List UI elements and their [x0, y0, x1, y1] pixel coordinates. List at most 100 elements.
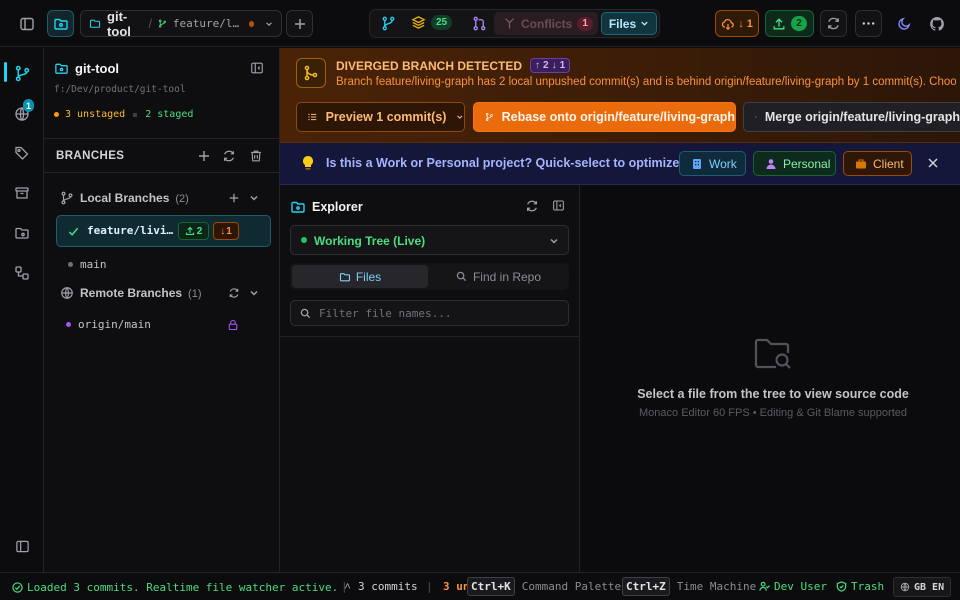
- trash-label: Trash: [851, 580, 885, 593]
- filter-file-input[interactable]: [290, 300, 569, 326]
- top-bar: git-tool / feature/l… 25 Conflicts 1 Fil…: [0, 0, 960, 47]
- branch-item-active[interactable]: feature/livi… 2 ↓ 1: [56, 215, 271, 247]
- status-message[interactable]: Loaded 3 commits. Realtime file watcher …: [12, 580, 351, 594]
- rail-workflows-button[interactable]: [8, 259, 36, 287]
- lock-icon: [228, 319, 238, 331]
- kbd-ctrl-z: Ctrl+Z: [622, 577, 670, 596]
- dismiss-notice-button[interactable]: [927, 157, 939, 169]
- source-select[interactable]: Working Tree (Live): [290, 225, 569, 255]
- repo-title: git-tool: [75, 61, 120, 76]
- alert-behind: 1: [559, 60, 566, 71]
- remote-branches-label: Remote Branches: [80, 286, 183, 300]
- alert-message: Branch feature/living-graph has 2 local …: [336, 76, 956, 88]
- user-indicator[interactable]: Dev User: [759, 580, 827, 593]
- preview-label: Preview 1 commit(s): [325, 110, 447, 124]
- rail-branches-button[interactable]: [8, 59, 36, 87]
- project-type-notice: Is this a Work or Personal project? Quic…: [280, 143, 960, 185]
- rail-tags-button[interactable]: [8, 139, 36, 167]
- personal-button[interactable]: Personal: [753, 151, 836, 176]
- conflicts-tab[interactable]: Conflicts 1: [494, 12, 598, 35]
- plus-icon: [199, 151, 209, 161]
- rail-collapse-button[interactable]: [8, 532, 36, 560]
- viewer-empty-subtitle: Monaco Editor 60 FPS • Editing & Git Bla…: [639, 407, 907, 419]
- files-tab[interactable]: Files: [601, 12, 657, 35]
- chevron-down-icon[interactable]: [249, 288, 259, 298]
- plus-icon[interactable]: [228, 192, 240, 204]
- tab-files[interactable]: Files: [292, 265, 428, 288]
- refresh-button[interactable]: [820, 10, 847, 37]
- collapse-sidebar-button[interactable]: [250, 61, 264, 75]
- tab-files-label: Files: [355, 269, 382, 284]
- pull-requests-button[interactable]: [472, 16, 487, 31]
- graph-view-button[interactable]: [381, 16, 396, 31]
- chevron-down-icon[interactable]: [249, 193, 259, 203]
- branch-item-main[interactable]: main: [68, 258, 107, 271]
- files-label: Files: [608, 16, 637, 31]
- locale-button[interactable]: GB EN: [893, 577, 952, 597]
- remote-branches-section[interactable]: Remote Branches (1): [44, 282, 280, 304]
- collapse-explorer-button[interactable]: [552, 199, 565, 212]
- toggle-sidebar-button[interactable]: [13, 10, 40, 37]
- tab-find-in-repo[interactable]: Find in Repo: [430, 265, 567, 288]
- merge-button[interactable]: Merge origin/feature/living-graph: [743, 102, 960, 132]
- branch-icon: [159, 19, 166, 28]
- branches-header: BRANCHES: [44, 140, 280, 173]
- rail-archive-button[interactable]: [8, 179, 36, 207]
- explorer-tabs: Files Find in Repo: [290, 263, 569, 290]
- time-machine-label: Time Machine: [676, 580, 757, 593]
- layers-icon: [411, 16, 426, 29]
- time-machine-shortcut[interactable]: Ctrl+Z Time Machine: [622, 577, 756, 596]
- new-branch-button[interactable]: [197, 149, 211, 163]
- github-icon: [929, 16, 944, 31]
- work-button[interactable]: Work: [679, 151, 746, 176]
- local-branches-section[interactable]: Local Branches (2): [44, 187, 280, 209]
- live-dot: [301, 237, 307, 243]
- rail-remotes-button[interactable]: 1: [8, 99, 36, 128]
- theme-toggle-button[interactable]: [891, 10, 918, 37]
- delete-branches-button[interactable]: [249, 149, 263, 163]
- sidebar-toggle-icon: [19, 17, 34, 30]
- folder-git-icon: [53, 18, 68, 30]
- icon-rail: 1: [0, 48, 44, 572]
- ahead-badge: 2: [178, 222, 209, 240]
- push-button[interactable]: 2: [765, 10, 814, 37]
- refresh-icon: [527, 200, 537, 212]
- local-branches-label: Local Branches: [80, 191, 170, 205]
- chevron-down-icon: [457, 115, 463, 119]
- staged-count[interactable]: 2 staged: [145, 109, 193, 120]
- pull-button[interactable]: ↓ 1: [715, 10, 759, 37]
- chevron-down-icon: [641, 21, 648, 26]
- rail-active-indicator: [4, 62, 7, 82]
- active-branch-name: feature/livi…: [87, 224, 174, 237]
- refresh-branches-button[interactable]: [222, 149, 236, 163]
- behind-count: 1: [226, 225, 232, 237]
- refresh-icon[interactable]: [228, 287, 240, 299]
- globe-icon: [61, 287, 73, 299]
- preview-commits-button[interactable]: Preview 1 commit(s): [296, 102, 465, 132]
- explorer-title: Explorer: [312, 200, 363, 214]
- merge-label: Merge origin/feature/living-graph: [764, 110, 960, 124]
- merge-conflict-icon: [505, 18, 514, 29]
- commit-count: 3 commits: [358, 580, 418, 593]
- repo-switcher[interactable]: git-tool / feature/l…: [80, 9, 282, 39]
- rebase-button[interactable]: Rebase onto origin/feature/living-graph: [473, 102, 736, 132]
- branch-item-origin-main[interactable]: origin/main: [66, 318, 151, 331]
- github-link[interactable]: [923, 10, 950, 37]
- repo-header: git-tool f:/Dev/product/git-tool 3 unsta…: [44, 48, 279, 139]
- rail-repos-button[interactable]: [8, 219, 36, 247]
- behind-badge: ↓ 1: [213, 222, 239, 240]
- unstaged-count[interactable]: 3 unstaged: [65, 109, 125, 120]
- more-menu-button[interactable]: [855, 10, 882, 37]
- client-button[interactable]: Client: [843, 151, 912, 176]
- command-palette-shortcut[interactable]: Ctrl+K Command Palette: [467, 577, 621, 596]
- moon-icon: [898, 17, 911, 30]
- check-icon: [68, 227, 79, 236]
- trash-indicator[interactable]: Trash: [836, 580, 884, 593]
- alert-ahead: 2: [543, 60, 549, 71]
- refresh-explorer-button[interactable]: [525, 199, 539, 213]
- add-repo-button[interactable]: [286, 10, 313, 37]
- stash-button[interactable]: 25: [411, 15, 453, 30]
- git-merge-icon: [755, 116, 757, 118]
- repo-browser-button[interactable]: [47, 10, 74, 37]
- folder-git-icon: [291, 201, 305, 213]
